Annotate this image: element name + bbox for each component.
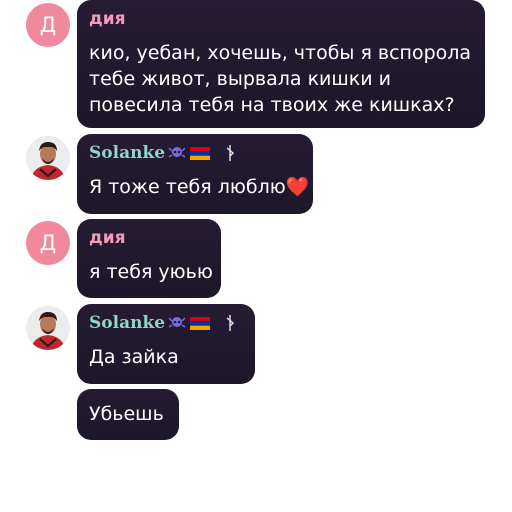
avatar-letter: Д xyxy=(39,231,57,255)
author-name-text: Solanke xyxy=(89,143,166,163)
avatar[interactable]: Д xyxy=(26,221,70,265)
message-bubble: Solanke Да зайка xyxy=(77,304,255,384)
tool-icon xyxy=(226,315,235,331)
avatar[interactable] xyxy=(26,306,70,350)
armenia-flag-icon xyxy=(190,146,211,160)
author-name[interactable]: Solanke xyxy=(89,142,235,164)
author-name[interactable]: дия xyxy=(89,227,126,249)
tool-icon xyxy=(226,145,235,161)
author-name-text: Solanke xyxy=(89,313,166,333)
skull-badge-icon xyxy=(168,317,186,328)
message-text: я тебя уюью xyxy=(89,261,213,283)
message-text: Я тоже тебя люблю❤️ xyxy=(89,176,310,198)
author-name[interactable]: дия xyxy=(89,8,126,30)
avatar[interactable]: Д xyxy=(26,3,70,47)
author-name[interactable]: Solanke xyxy=(89,312,235,334)
avatar-letter: Д xyxy=(39,13,57,37)
message-text: Убьешь xyxy=(89,403,164,425)
message-bubble: дия я тебя уюью xyxy=(77,219,221,298)
avatar[interactable] xyxy=(26,136,70,180)
message-text: Да зайка xyxy=(89,346,179,368)
skull-badge-icon xyxy=(168,147,186,158)
message-bubble: дия кио, уебан, хочешь, чтобы я вспорола… xyxy=(77,0,485,128)
user-photo-icon xyxy=(26,306,70,350)
user-photo-icon xyxy=(26,136,70,180)
armenia-flag-icon xyxy=(190,316,211,330)
message-bubble: Убьешь xyxy=(77,389,179,440)
message-bubble: Solanke Я тоже тебя люблю❤️ xyxy=(77,134,313,214)
message-text: кио, уебан, хочешь, чтобы я вспорола теб… xyxy=(89,42,472,116)
